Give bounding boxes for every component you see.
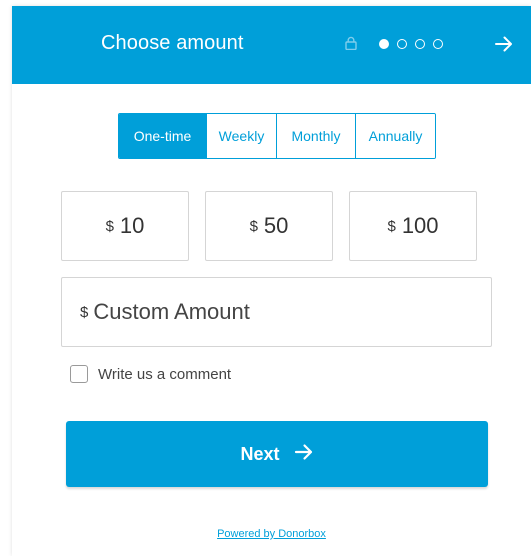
next-button[interactable]: Next: [66, 421, 488, 487]
frequency-tab-monthly[interactable]: Monthly: [276, 114, 355, 158]
comment-toggle[interactable]: Write us a comment: [70, 365, 231, 383]
step-dot-1: [379, 39, 389, 49]
custom-amount-field[interactable]: $: [61, 277, 492, 347]
amount-value: 100: [401, 213, 439, 238]
next-button-label: Next: [240, 443, 280, 464]
arrow-right-icon: [294, 443, 314, 466]
custom-amount-input[interactable]: [93, 299, 454, 325]
comment-label: Write us a comment: [98, 365, 232, 383]
amount-button-100[interactable]: $ 100: [349, 191, 477, 261]
frequency-tab-weekly[interactable]: Weekly: [206, 114, 276, 158]
frequency-tab-one-time[interactable]: One-time: [119, 114, 206, 158]
amount-currency: $: [249, 217, 258, 235]
powered-by-link[interactable]: Powered by Donorbox: [217, 528, 326, 540]
frequency-selector: One-time Weekly Monthly Annually: [118, 113, 436, 159]
amount-value: 10: [119, 213, 145, 238]
footer: Powered by Donorbox: [12, 524, 531, 542]
lock-icon: [345, 36, 357, 55]
amount-currency: $: [105, 217, 114, 235]
header-bar: Choose amount: [12, 6, 531, 84]
arrow-right-icon[interactable]: [494, 35, 514, 58]
frequency-tab-annually[interactable]: Annually: [355, 114, 435, 158]
step-dot-4: [433, 39, 443, 49]
amount-currency: $: [387, 217, 396, 235]
donation-card: Choose amount One-time Weekly Monthly An…: [12, 6, 531, 556]
custom-amount-currency: $: [80, 303, 89, 321]
amount-value: 50: [263, 213, 289, 238]
step-indicator: [379, 39, 443, 49]
page-title: Choose amount: [101, 32, 244, 54]
amount-button-10[interactable]: $ 10: [61, 191, 189, 261]
step-dot-3: [415, 39, 425, 49]
amount-button-50[interactable]: $ 50: [205, 191, 333, 261]
comment-checkbox[interactable]: [70, 365, 88, 383]
step-dot-2: [397, 39, 407, 49]
